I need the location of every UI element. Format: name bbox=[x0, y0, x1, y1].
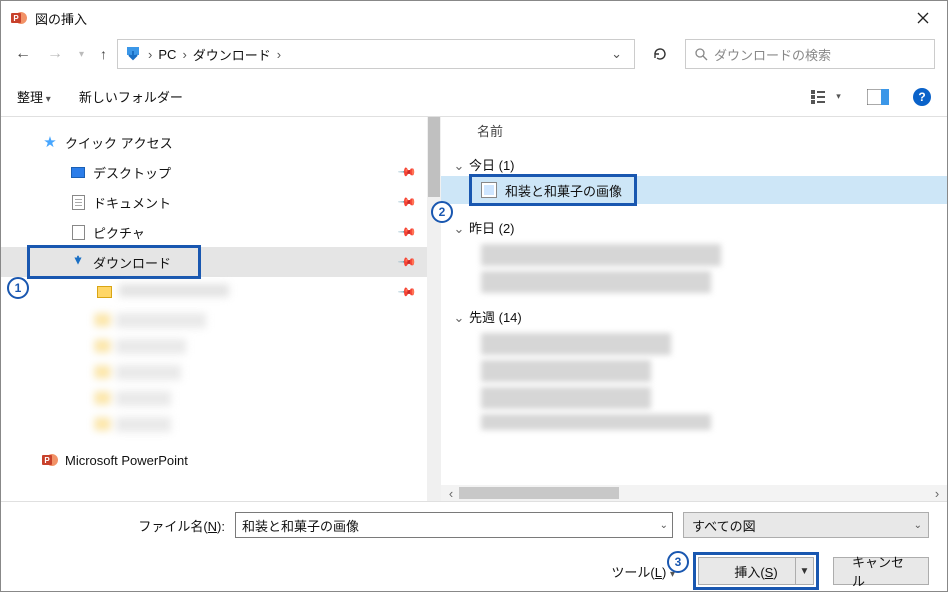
scrollbar-thumb[interactable] bbox=[459, 487, 619, 499]
preview-pane-button[interactable] bbox=[861, 86, 895, 108]
content-pane: 名前 ⌄ 今日 (1) 和装と和菓子の画像 ⌄ 昨日 (2) ⌄ 先週 (14) ‹ bbox=[441, 117, 947, 501]
recent-dropdown[interactable]: ▾ bbox=[79, 49, 84, 60]
view-mode-button[interactable]: ▾ bbox=[809, 86, 843, 108]
image-file-icon bbox=[481, 182, 497, 198]
sidebar-item-downloads[interactable]: ダウンロード 📌 bbox=[1, 247, 441, 277]
annotation-box: 挿入(S) ▼ bbox=[693, 552, 819, 590]
chevron-down-icon: ⌄ bbox=[453, 221, 465, 237]
sidebar-item-desktop[interactable]: デスクトップ 📌 bbox=[1, 157, 441, 187]
powerpoint-icon: P bbox=[11, 10, 27, 26]
column-header-name[interactable]: 名前 bbox=[441, 117, 947, 145]
group-lastweek[interactable]: ⌄ 先週 (14) bbox=[441, 303, 947, 328]
scroll-left-icon[interactable]: ‹ bbox=[443, 486, 459, 501]
group-label: 昨日 (2) bbox=[469, 221, 515, 236]
search-input[interactable]: ダウンロードの検索 bbox=[685, 39, 935, 69]
scroll-right-icon[interactable]: › bbox=[929, 486, 945, 501]
sidebar-item-powerpoint[interactable]: P Microsoft PowerPoint bbox=[1, 445, 441, 475]
help-button[interactable]: ? bbox=[913, 88, 931, 106]
picture-icon bbox=[69, 225, 87, 240]
titlebar: P 図の挿入 bbox=[1, 1, 947, 35]
sidebar-item-documents[interactable]: ドキュメント 📌 bbox=[1, 187, 441, 217]
sidebar-label: ドキュメント bbox=[93, 193, 171, 212]
up-button[interactable]: ↑ bbox=[100, 46, 107, 62]
back-button[interactable]: ← bbox=[15, 46, 31, 62]
chevron-down-icon: ⌄ bbox=[453, 158, 465, 174]
insert-dropdown[interactable]: ▼ bbox=[795, 558, 813, 584]
folder-icon bbox=[95, 286, 113, 298]
breadcrumb-seg-downloads[interactable]: ダウンロード bbox=[189, 45, 275, 64]
powerpoint-icon: P bbox=[41, 452, 59, 468]
sidebar-subfolder[interactable]: 📌 bbox=[1, 277, 441, 307]
group-yesterday[interactable]: ⌄ 昨日 (2) bbox=[441, 214, 947, 239]
sidebar-label: デスクトップ bbox=[93, 163, 171, 182]
chevron-icon: › bbox=[275, 47, 283, 62]
star-icon: ★ bbox=[41, 133, 59, 151]
file-name: 和装と和菓子の画像 bbox=[505, 181, 622, 200]
window-title: 図の挿入 bbox=[35, 9, 87, 28]
file-list: ⌄ 今日 (1) 和装と和菓子の画像 ⌄ 昨日 (2) ⌄ 先週 (14) ‹ bbox=[441, 145, 947, 501]
group-label: 先週 (14) bbox=[469, 310, 522, 325]
sidebar-label: クイック アクセス bbox=[65, 133, 173, 152]
search-icon bbox=[694, 47, 708, 61]
filename-input[interactable]: 和装と和菓子の画像 ⌄ bbox=[235, 512, 673, 538]
pin-icon: 📌 bbox=[397, 252, 417, 272]
navigation-pane: ★ クイック アクセス デスクトップ 📌 ドキュメント 📌 ピクチャ 📌 ダウン… bbox=[1, 117, 441, 501]
chevron-icon: › bbox=[146, 47, 154, 62]
organize-button[interactable]: 整理 bbox=[17, 87, 51, 106]
address-bar: ← → ▾ ↑ › PC › ダウンロード › ⌄ ダウンロードの検索 bbox=[1, 35, 947, 77]
file-item-selected[interactable]: 和装と和菓子の画像 bbox=[441, 176, 947, 204]
sidebar-item-quick-access[interactable]: ★ クイック アクセス bbox=[1, 127, 441, 157]
insert-button[interactable]: 挿入(S) ▼ bbox=[698, 557, 814, 585]
refresh-button[interactable] bbox=[645, 39, 675, 69]
tools-button[interactable]: ツール(L) ▾ bbox=[611, 562, 675, 581]
callout-2: 2 bbox=[431, 201, 453, 223]
nav-arrows: ← → ▾ ↑ bbox=[15, 46, 107, 62]
callout-3: 3 bbox=[667, 551, 689, 573]
desktop-icon bbox=[69, 167, 87, 178]
scrollbar-thumb[interactable] bbox=[428, 117, 440, 197]
download-icon bbox=[124, 45, 142, 63]
close-button[interactable] bbox=[899, 1, 947, 35]
document-icon bbox=[69, 195, 87, 210]
group-label: 今日 (1) bbox=[469, 158, 515, 173]
breadcrumb[interactable]: › PC › ダウンロード › ⌄ bbox=[117, 39, 635, 69]
new-folder-button[interactable]: 新しいフォルダー bbox=[79, 87, 183, 106]
toolbar: 整理 新しいフォルダー ▾ ? bbox=[1, 77, 947, 117]
download-icon bbox=[69, 254, 87, 270]
scrollbar-track[interactable] bbox=[459, 486, 929, 500]
svg-text:P: P bbox=[13, 14, 19, 23]
sidebar-item-pictures[interactable]: ピクチャ 📌 bbox=[1, 217, 441, 247]
cancel-button[interactable]: キャンセル bbox=[833, 557, 929, 585]
filename-value: 和装と和菓子の画像 bbox=[242, 516, 359, 535]
forward-button[interactable]: → bbox=[47, 46, 63, 62]
horizontal-scrollbar[interactable]: ‹ › bbox=[441, 485, 947, 501]
sidebar-label: Microsoft PowerPoint bbox=[65, 453, 188, 468]
pin-icon: 📌 bbox=[397, 162, 417, 182]
breadcrumb-dropdown[interactable]: ⌄ bbox=[605, 46, 628, 62]
sidebar-label: ダウンロード bbox=[93, 253, 171, 272]
filename-label: ファイル名(N): bbox=[19, 516, 225, 535]
chevron-down-icon: ⌄ bbox=[453, 310, 465, 326]
sidebar-label: ピクチャ bbox=[93, 223, 145, 242]
svg-text:P: P bbox=[44, 456, 50, 465]
pin-icon: 📌 bbox=[397, 192, 417, 212]
nav-scrollbar[interactable] bbox=[427, 117, 441, 501]
breadcrumb-seg-pc[interactable]: PC bbox=[154, 47, 180, 62]
filetype-select[interactable]: すべての図 ⌄ bbox=[683, 512, 929, 538]
callout-1: 1 bbox=[7, 277, 29, 299]
dialog-footer: ファイル名(N): 和装と和菓子の画像 ⌄ すべての図 ⌄ ツール(L) ▾ 挿… bbox=[1, 501, 947, 604]
chevron-down-icon: ⌄ bbox=[914, 520, 922, 531]
pin-icon: 📌 bbox=[397, 222, 417, 242]
group-today[interactable]: ⌄ 今日 (1) bbox=[441, 151, 947, 176]
chevron-icon: › bbox=[180, 47, 188, 62]
filetype-value: すべての図 bbox=[692, 516, 756, 535]
search-placeholder: ダウンロードの検索 bbox=[714, 45, 831, 64]
dialog-body: ★ クイック アクセス デスクトップ 📌 ドキュメント 📌 ピクチャ 📌 ダウン… bbox=[1, 117, 947, 501]
chevron-down-icon[interactable]: ⌄ bbox=[660, 520, 668, 531]
pin-icon: 📌 bbox=[397, 282, 417, 302]
